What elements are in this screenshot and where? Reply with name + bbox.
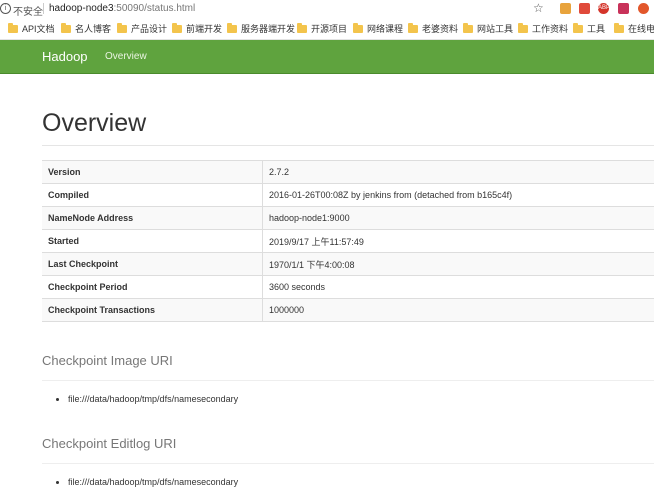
bookmark-folder[interactable]: 老婆资料 [408, 23, 458, 35]
row-value: 2019/9/17 上午11:57:49 [262, 229, 654, 253]
list-item: file:///data/hadoop/tmp/dfs/namesecondar… [68, 394, 238, 404]
table-row: NameNode Address hadoop-node1:9000 [42, 206, 654, 230]
folder-icon [172, 23, 182, 33]
row-key: Last Checkpoint [42, 252, 263, 276]
row-key: Checkpoint Period [42, 275, 263, 299]
navbar-brand[interactable]: Hadoop [42, 49, 88, 64]
folder-icon [518, 23, 528, 33]
bookmark-folder[interactable]: 产品设计 [117, 23, 167, 35]
list-item: file:///data/hadoop/tmp/dfs/namesecondar… [68, 477, 238, 487]
page-title: Overview [42, 109, 147, 137]
extension-icon-1[interactable] [560, 3, 571, 14]
overview-table: Version 2.7.2 Compiled 2016-01-26T00:08Z… [42, 160, 654, 322]
browser-address-bar[interactable]: i 不安全 hadoop-node3:50090/status.html ☆ A… [0, 0, 654, 18]
bookmarks-bar: API文档 名人博客 产品设计 前端开发 服务器端开发 开源项目 网络课程 老婆… [0, 18, 654, 40]
bookmark-folder[interactable]: API文档 [8, 23, 55, 35]
url-divider [43, 3, 44, 14]
row-value: 1000000 [262, 298, 654, 322]
folder-icon [117, 23, 127, 33]
bookmark-folder[interactable]: 名人博客 [61, 23, 111, 35]
section-divider [42, 380, 654, 381]
table-row: Started 2019/9/17 上午11:57:49 [42, 229, 654, 253]
row-value: 2.7.2 [262, 160, 654, 184]
info-icon[interactable]: i [0, 3, 11, 14]
bookmark-folder[interactable]: 网络课程 [353, 23, 403, 35]
row-key: Started [42, 229, 263, 253]
extension-icon-2[interactable] [579, 3, 590, 14]
extension-icon-4[interactable] [638, 3, 649, 14]
table-row: Checkpoint Period 3600 seconds [42, 275, 654, 299]
section-title-image-uri: Checkpoint Image URI [42, 353, 173, 368]
nav-link-overview[interactable]: Overview [105, 51, 147, 62]
row-value: 2016-01-26T00:08Z by jenkins from (detac… [262, 183, 654, 207]
editlog-uri-list: file:///data/hadoop/tmp/dfs/namesecondar… [42, 477, 238, 487]
header-divider [42, 145, 654, 146]
extension-icon-3[interactable] [618, 3, 629, 14]
row-value: 1970/1/1 下午4:00:08 [262, 252, 654, 276]
bookmark-folder[interactable]: 网站工具 [463, 23, 513, 35]
folder-icon [227, 23, 237, 33]
folder-icon [463, 23, 473, 33]
row-key: Compiled [42, 183, 263, 207]
top-navbar: Hadoop Overview [0, 40, 654, 74]
row-key: Version [42, 160, 263, 184]
bookmark-folder[interactable]: 工作资料 [518, 23, 568, 35]
row-key: NameNode Address [42, 206, 263, 230]
row-value: hadoop-node1:9000 [262, 206, 654, 230]
security-label[interactable]: 不安全 [13, 3, 43, 18]
bookmark-folder[interactable]: 在线电子 [614, 23, 654, 35]
folder-icon [408, 23, 418, 33]
table-row: Last Checkpoint 1970/1/1 下午4:00:08 [42, 252, 654, 276]
folder-icon [297, 23, 307, 33]
folder-icon [353, 23, 363, 33]
section-divider [42, 463, 654, 464]
row-key: Checkpoint Transactions [42, 298, 263, 322]
row-value: 3600 seconds [262, 275, 654, 299]
adblock-icon[interactable]: ABP [598, 3, 610, 14]
table-row: Version 2.7.2 [42, 160, 654, 184]
bookmark-folder[interactable]: 工具 [573, 23, 605, 35]
bookmark-folder[interactable]: 服务器端开发 [227, 23, 295, 35]
bookmark-folder[interactable]: 前端开发 [172, 23, 222, 35]
folder-icon [573, 23, 583, 33]
folder-icon [61, 23, 71, 33]
folder-icon [8, 23, 18, 33]
section-title-editlog-uri: Checkpoint Editlog URI [42, 436, 177, 451]
image-uri-list: file:///data/hadoop/tmp/dfs/namesecondar… [42, 394, 238, 404]
table-row: Checkpoint Transactions 1000000 [42, 298, 654, 322]
bookmark-star-icon[interactable]: ☆ [533, 1, 544, 15]
folder-icon [614, 23, 624, 33]
url-text[interactable]: hadoop-node3:50090/status.html [49, 3, 195, 14]
bookmark-folder[interactable]: 开源项目 [297, 23, 347, 35]
table-row: Compiled 2016-01-26T00:08Z by jenkins fr… [42, 183, 654, 207]
